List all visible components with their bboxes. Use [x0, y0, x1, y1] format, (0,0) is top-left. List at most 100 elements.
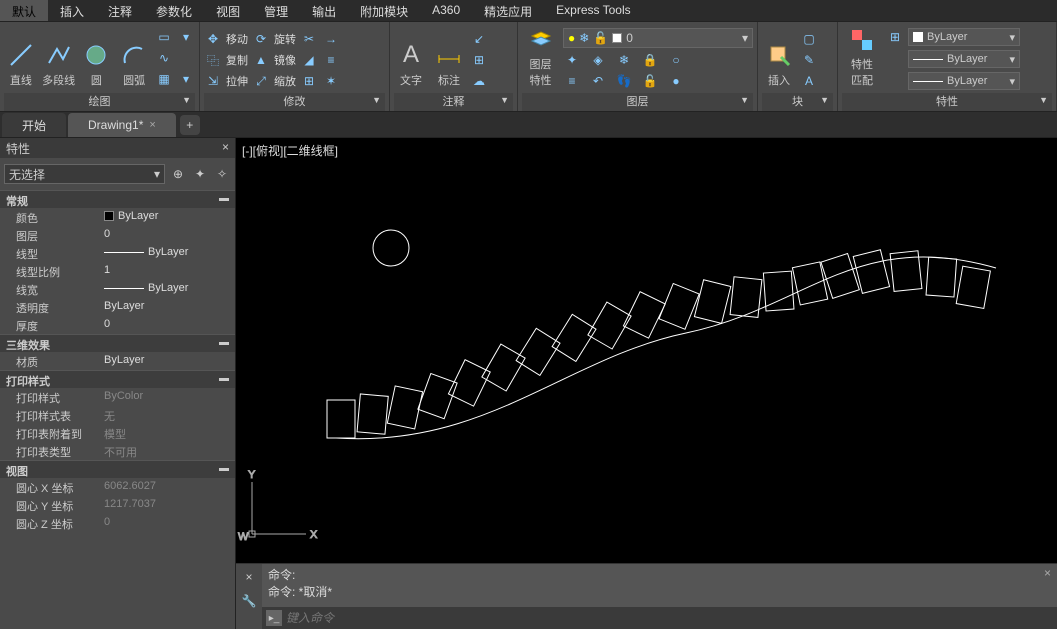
menu-item-annotate[interactable]: 注释 [96, 0, 144, 21]
attr-icon[interactable]: A [800, 72, 818, 90]
stretch-button[interactable]: 拉伸 [226, 73, 248, 89]
leader-icon[interactable]: ↙ [470, 30, 488, 48]
tab-drawing1[interactable]: Drawing1*× [68, 113, 176, 137]
property-row[interactable]: 圆心 X 坐标6062.6027 [0, 478, 235, 496]
menu-item-default[interactable]: 默认 [0, 0, 48, 21]
viewport-label[interactable]: [-][俯视][二维线框] [242, 142, 338, 159]
new-tab-button[interactable]: + [180, 115, 200, 135]
menu-item-addons[interactable]: 附加模块 [348, 0, 420, 21]
close-cmd-icon[interactable]: × [240, 568, 258, 586]
props-icon[interactable]: ⊞ [886, 28, 904, 46]
color-combo[interactable]: ByLayer▾ [908, 28, 1020, 46]
table-icon[interactable]: ⊞ [470, 51, 488, 69]
lineweight-combo[interactable]: ByLayer▾ [908, 72, 1020, 90]
panel-title-draw[interactable]: 绘图▼ [4, 93, 195, 111]
offset-icon[interactable]: ≡ [322, 51, 340, 69]
copy-icon[interactable]: ⿻ [204, 51, 222, 69]
fillet-icon[interactable]: ◢ [300, 51, 318, 69]
layer-iso-icon[interactable]: ◈ [589, 51, 607, 69]
panel-title-layers[interactable]: 图层▼ [522, 93, 753, 111]
menu-item-parametric[interactable]: 参数化 [144, 0, 204, 21]
property-row[interactable]: 线宽ByLayer [0, 280, 235, 298]
property-row[interactable]: 线型比例1 [0, 262, 235, 280]
rotate-button[interactable]: 旋转 [274, 31, 296, 47]
arc-button[interactable]: 圆弧 [117, 24, 151, 90]
mirror-icon[interactable]: ▲ [252, 51, 270, 69]
dropdown-icon[interactable]: ▾ [177, 28, 195, 46]
insert-block-button[interactable]: 插入 [762, 24, 796, 90]
panel-title-block[interactable]: 块▼ [762, 93, 833, 111]
menu-item-view[interactable]: 视图 [204, 0, 252, 21]
hatch-icon[interactable]: ▦ [155, 70, 173, 88]
property-row[interactable]: 线型ByLayer [0, 244, 235, 262]
layer-prev-icon[interactable]: ↶ [589, 72, 607, 90]
circle-button[interactable]: 圆 [80, 24, 114, 90]
drawing-area[interactable]: [-][俯视][二维线框] Y X W [236, 138, 1057, 629]
clear-history-icon[interactable]: × [1044, 566, 1051, 580]
layer-unlock-icon[interactable]: 🔓 [641, 72, 659, 90]
property-row[interactable]: 圆心 Z 坐标0 [0, 514, 235, 532]
layer-dropdown[interactable]: ● ❄ 🔓 0 ▾ [563, 28, 753, 48]
scale-icon[interactable]: ⤢ [252, 72, 270, 90]
scale-button[interactable]: 缩放 [274, 73, 296, 89]
tab-start[interactable]: 开始 [2, 113, 66, 137]
move-icon[interactable]: ✥ [204, 30, 222, 48]
dimension-button[interactable]: 标注 [432, 24, 466, 90]
edit-block-icon[interactable]: ✎ [800, 51, 818, 69]
polyline-button[interactable]: 多段线 [42, 24, 76, 90]
section-general[interactable]: 常规▬ [0, 190, 235, 208]
panel-title-modify[interactable]: 修改▼ [204, 93, 385, 111]
move-button[interactable]: 移动 [226, 31, 248, 47]
select-objects-icon[interactable]: ✦ [191, 165, 209, 183]
menu-item-output[interactable]: 输出 [300, 0, 348, 21]
command-input[interactable] [286, 611, 1053, 625]
property-row[interactable]: 打印样式ByColor [0, 388, 235, 406]
quick-select-icon[interactable]: ⊕ [169, 165, 187, 183]
property-row[interactable]: 厚度0 [0, 316, 235, 334]
mirror-button[interactable]: 镜像 [274, 52, 296, 68]
command-prompt-icon[interactable]: ▸_ [266, 610, 282, 626]
array-icon[interactable]: ⊞ [300, 72, 318, 90]
command-history[interactable]: 命令: 命令: *取消* × [262, 564, 1057, 607]
rotate-icon[interactable]: ⟳ [252, 30, 270, 48]
copy-button[interactable]: 复制 [226, 52, 248, 68]
property-row[interactable]: 打印表附着到模型 [0, 424, 235, 442]
trim-icon[interactable]: ✂ [300, 30, 318, 48]
layer-freeze-icon[interactable]: ❄ [615, 51, 633, 69]
menu-item-featured[interactable]: 精选应用 [472, 0, 544, 21]
property-row[interactable]: 材质ByLayer [0, 352, 235, 370]
property-row[interactable]: 图层0 [0, 226, 235, 244]
spline-icon[interactable]: ∿ [155, 49, 173, 67]
layer-state-icon[interactable]: ✦ [563, 51, 581, 69]
rect-icon[interactable]: ▭ [155, 28, 173, 46]
close-palette-icon[interactable]: × [222, 140, 229, 156]
property-row[interactable]: 透明度ByLayer [0, 298, 235, 316]
layer-properties-button[interactable]: 图层 特性 [522, 24, 559, 90]
pickadd-icon[interactable]: ✧ [213, 165, 231, 183]
create-block-icon[interactable]: ▢ [800, 30, 818, 48]
panel-title-properties[interactable]: 特性▼ [842, 93, 1052, 111]
layer-off-icon[interactable]: ○ [667, 51, 685, 69]
layer-walk-icon[interactable]: 👣 [615, 72, 633, 90]
explode-icon[interactable]: ✶ [322, 72, 340, 90]
property-row[interactable]: 颜色ByLayer [0, 208, 235, 226]
property-row[interactable]: 圆心 Y 坐标1217.7037 [0, 496, 235, 514]
property-row[interactable]: 打印表类型不可用 [0, 442, 235, 460]
extend-icon[interactable]: → [322, 30, 340, 48]
text-button[interactable]: A 文字 [394, 24, 428, 90]
wrench-icon[interactable]: 🔧 [240, 592, 258, 610]
dropdown-icon[interactable]: ▾ [177, 70, 195, 88]
panel-title-annotate[interactable]: 注释▼ [394, 93, 513, 111]
stretch-icon[interactable]: ⇲ [204, 72, 222, 90]
layer-lock-icon[interactable]: 🔒 [641, 51, 659, 69]
menu-item-manage[interactable]: 管理 [252, 0, 300, 21]
menu-item-express[interactable]: Express Tools [544, 0, 642, 21]
match-properties-button[interactable]: 特性 匹配 [842, 24, 882, 90]
property-row[interactable]: 打印样式表无 [0, 406, 235, 424]
layer-match-icon[interactable]: ≡ [563, 72, 581, 90]
menu-item-insert[interactable]: 插入 [48, 0, 96, 21]
section-view[interactable]: 视图▬ [0, 460, 235, 478]
selection-dropdown[interactable]: 无选择▾ [4, 164, 165, 184]
layer-on-icon[interactable]: ● [667, 72, 685, 90]
section-plot[interactable]: 打印样式▬ [0, 370, 235, 388]
